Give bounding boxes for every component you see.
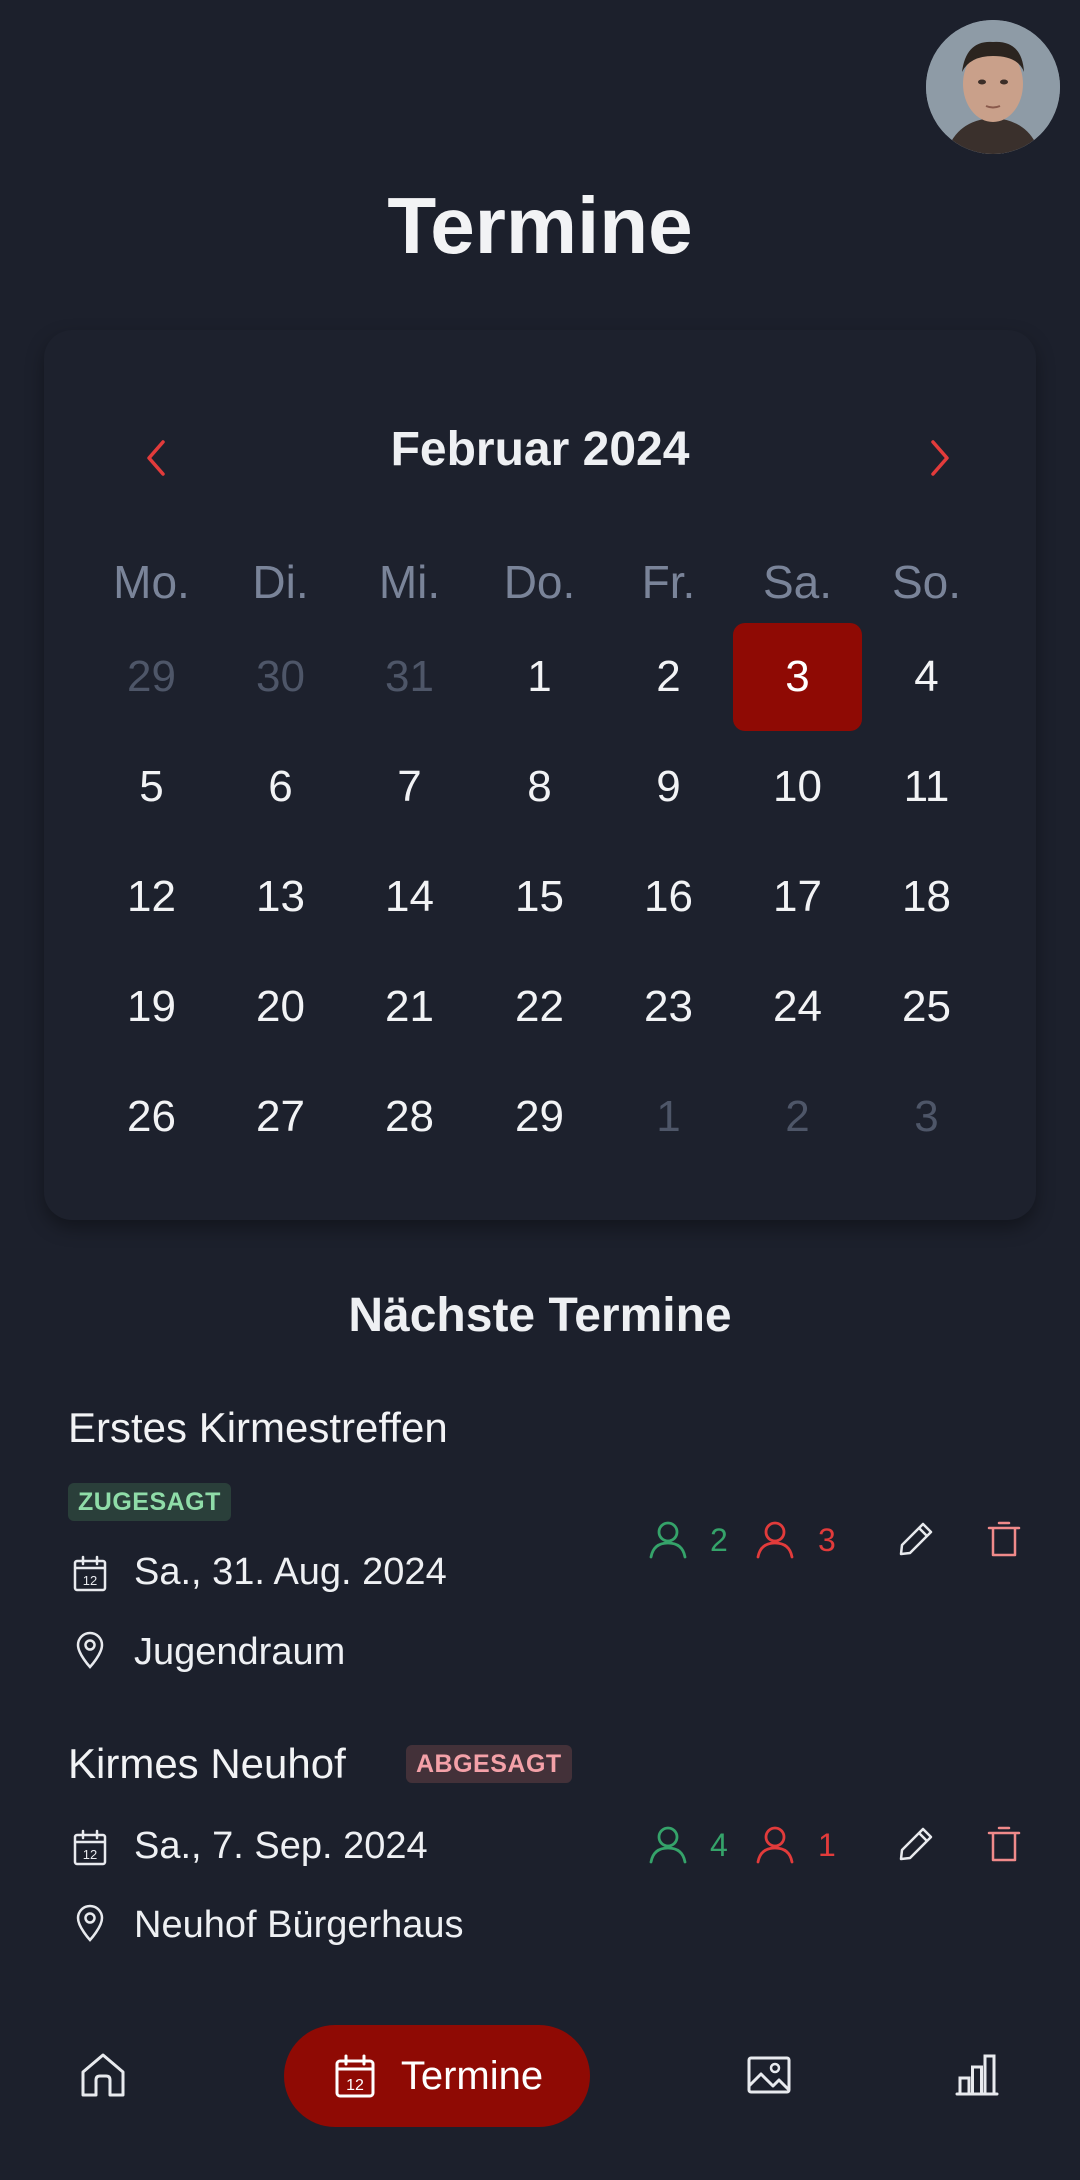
event-location: Neuhof Bürgerhaus: [134, 1904, 464, 1946]
weekday-label: Mo.: [113, 556, 190, 608]
calendar-icon: 12: [73, 1555, 107, 1592]
weekday-label: Mi.: [378, 556, 441, 608]
nav-home-button[interactable]: [58, 2030, 148, 2120]
event-date: Sa., 7. Sep. 2024: [134, 1825, 428, 1867]
declined-count: 1: [818, 1827, 836, 1863]
location-pin-icon: [76, 1904, 104, 1942]
delete-button[interactable]: [979, 1514, 1029, 1564]
calendar-card: Februar 2024 Mo. Di. Mi. Do. Fr. Sa. So.…: [44, 330, 1036, 1220]
calendar-day[interactable]: 26: [87, 1063, 216, 1171]
calendar-day[interactable]: 6: [216, 733, 345, 841]
avatar-image: [926, 20, 1060, 154]
calendar-day[interactable]: 5: [87, 733, 216, 841]
declined-person-icon: [756, 1521, 794, 1559]
calendar-day[interactable]: 9: [604, 733, 733, 841]
calendar-day[interactable]: 12: [87, 843, 216, 951]
calendar-month-title: Februar 2024: [390, 423, 690, 476]
event-title: Kirmes Neuhof: [68, 1740, 346, 1787]
calendar-day[interactable]: 20: [216, 953, 345, 1061]
calendar-day[interactable]: 13: [216, 843, 345, 951]
chevron-right-icon: [931, 440, 949, 476]
calendar-day[interactable]: 14: [345, 843, 474, 951]
event-date: Sa., 31. Aug. 2024: [134, 1551, 447, 1593]
calendar-day[interactable]: 19: [87, 953, 216, 1061]
home-icon: [81, 2053, 125, 2097]
calendar-day[interactable]: 29: [475, 1063, 604, 1171]
calendar-icon: 12: [73, 1829, 107, 1866]
weekday-label: Fr.: [641, 556, 696, 608]
calendar-day[interactable]: 1: [475, 623, 604, 731]
calendar-icon: 12: [335, 2054, 375, 2098]
delete-button[interactable]: [979, 1819, 1029, 1869]
calendar-day[interactable]: 18: [862, 843, 991, 951]
accepted-person-icon: [649, 1826, 687, 1864]
weekday-label: Sa.: [762, 556, 833, 608]
nav-statistics-button[interactable]: [932, 2030, 1022, 2120]
next-month-button[interactable]: [910, 428, 970, 488]
declined-person-icon: [756, 1826, 794, 1864]
trash-icon: [987, 1826, 1021, 1862]
accepted-count: 4: [710, 1827, 728, 1863]
bar-chart-icon: [955, 2054, 999, 2096]
accepted-count: 2: [710, 1522, 728, 1558]
calendar-icon-number: 12: [346, 2077, 364, 2094]
calendar-day[interactable]: 10: [733, 733, 862, 841]
image-icon: [747, 2056, 791, 2094]
calendar-day[interactable]: 23: [604, 953, 733, 1061]
bottom-navigation: 12 Termine: [0, 2010, 1080, 2140]
calendar-day[interactable]: 8: [475, 733, 604, 841]
page-title: Termine: [387, 181, 693, 270]
calendar-day[interactable]: 11: [862, 733, 991, 841]
event-title: Erstes Kirmestreffen: [68, 1404, 448, 1451]
calendar-day-outside-month[interactable]: 30: [216, 623, 345, 731]
pencil-icon: [899, 1827, 933, 1861]
calendar-day[interactable]: 25: [862, 953, 991, 1061]
calendar-day[interactable]: 2: [604, 623, 733, 731]
weekday-label: Do.: [503, 556, 576, 608]
calendar-day-outside-month[interactable]: 29: [87, 623, 216, 731]
nav-gallery-button[interactable]: [724, 2030, 814, 2120]
calendar-day[interactable]: 16: [604, 843, 733, 951]
declined-count: 3: [818, 1522, 836, 1558]
status-badge-accepted: ZUGESAGT: [68, 1483, 231, 1521]
calendar-day[interactable]: 21: [345, 953, 474, 1061]
nav-termine-button[interactable]: 12 Termine: [284, 2025, 590, 2127]
calendar-day-outside-month[interactable]: 2: [733, 1063, 862, 1171]
calendar-day[interactable]: 27: [216, 1063, 345, 1171]
edit-button[interactable]: [891, 1819, 941, 1869]
weekday-label: Di.: [252, 556, 309, 608]
calendar-icon-number: 12: [83, 1573, 97, 1588]
calendar-day-selected[interactable]: 3: [733, 623, 862, 731]
trash-icon: [987, 1521, 1021, 1557]
calendar-day[interactable]: 4: [862, 623, 991, 731]
weekday-label: So.: [891, 556, 962, 608]
event-location: Jugendraum: [134, 1631, 346, 1673]
calendar-icon-number: 12: [83, 1847, 97, 1862]
location-pin-icon: [76, 1631, 104, 1669]
accepted-person-icon: [649, 1521, 687, 1559]
avatar[interactable]: [926, 20, 1060, 154]
nav-termine-label: Termine: [400, 2053, 544, 2098]
calendar-day[interactable]: 22: [475, 953, 604, 1061]
upcoming-section-title: Nächste Termine: [348, 1289, 732, 1342]
status-badge-cancelled: ABGESAGT: [406, 1745, 572, 1783]
calendar-day[interactable]: 28: [345, 1063, 474, 1171]
edit-button[interactable]: [891, 1514, 941, 1564]
calendar-day[interactable]: 15: [475, 843, 604, 951]
calendar-day[interactable]: 17: [733, 843, 862, 951]
calendar-day[interactable]: 24: [733, 953, 862, 1061]
calendar-day-outside-month[interactable]: 3: [862, 1063, 991, 1171]
pencil-icon: [899, 1522, 933, 1556]
calendar-day[interactable]: 7: [345, 733, 474, 841]
calendar-day-outside-month[interactable]: 31: [345, 623, 474, 731]
calendar-day-outside-month[interactable]: 1: [604, 1063, 733, 1171]
